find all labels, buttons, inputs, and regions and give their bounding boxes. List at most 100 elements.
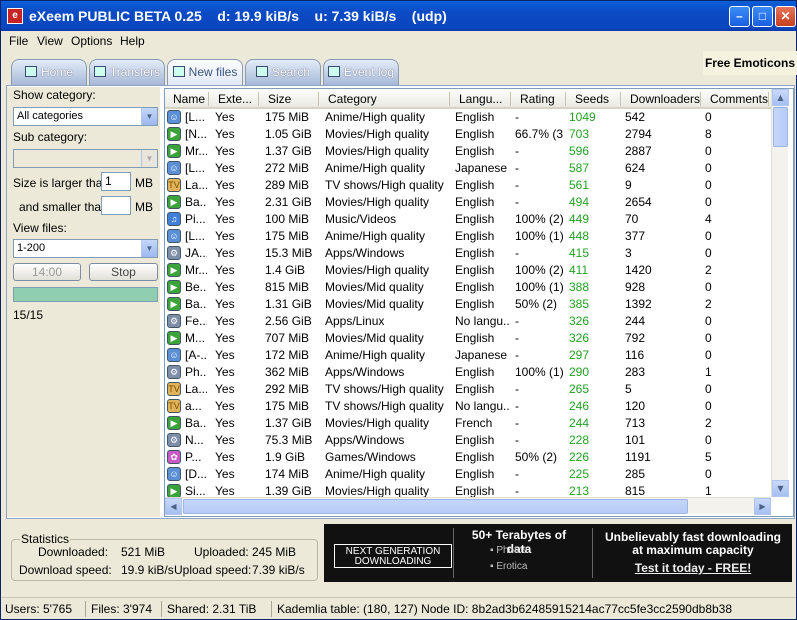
table-row[interactable]: ▶ M... Yes 707 MiB Movies/Mid quality English…: [165, 330, 771, 347]
view-files-select[interactable]: 1-200 ▼: [13, 239, 158, 258]
table-row[interactable]: TV La... Yes 292 MiB TV shows/High quality En…: [165, 381, 771, 398]
cell-comm: 0: [705, 280, 712, 294]
menu-view[interactable]: View: [37, 34, 63, 48]
chevron-down-icon[interactable]: ▼: [141, 240, 157, 257]
scroll-up-icon[interactable]: ▲: [772, 89, 789, 106]
table-row[interactable]: TV La... Yes 289 MiB TV shows/High quality En…: [165, 177, 771, 194]
vertical-scrollbar[interactable]: ▲ ▼: [771, 89, 789, 497]
result-count: 15/15: [13, 308, 44, 322]
table-row[interactable]: ▶ Be... Yes 815 MiB Movies/Mid quality Englis…: [165, 279, 771, 296]
free-emoticons-link[interactable]: Free Emoticons: [703, 51, 797, 75]
scroll-left-icon[interactable]: ◀: [165, 498, 182, 515]
table-row[interactable]: ⚙ JA... Yes 15.3 MiB Apps/Windows English - 415…: [165, 245, 771, 262]
app-category-icon: ⚙: [167, 365, 181, 379]
chevron-down-icon[interactable]: ▼: [141, 150, 157, 167]
cell-size: 1.37 GiB: [265, 416, 312, 430]
table-row[interactable]: ▶ Ba... Yes 1.37 GiB Movies/High quality Fren…: [165, 415, 771, 432]
size-min-input[interactable]: 1: [101, 172, 131, 191]
sub-category-select[interactable]: ▼: [13, 149, 158, 168]
tab-home[interactable]: Home: [11, 59, 87, 85]
cell-lang: No langu...: [455, 399, 509, 413]
movie-category-icon: ▶: [167, 416, 181, 430]
scroll-thumb[interactable]: [773, 107, 788, 147]
table-row[interactable]: ⚙ Fe... Yes 2.56 GiB Apps/Linux No langu... - 3…: [165, 313, 771, 330]
title-bar[interactable]: e eXeem PUBLIC BETA 0.25 d: 19.9 kiB/s u…: [1, 1, 796, 31]
horizontal-scrollbar[interactable]: ◀ ▶: [165, 497, 771, 515]
cell-comm: 0: [705, 433, 712, 447]
col-size[interactable]: Size: [268, 92, 291, 106]
cell-name: [L...: [185, 161, 206, 175]
app-category-icon: ⚙: [167, 246, 181, 260]
table-row[interactable]: ⚙ N... Yes 75.3 MiB Apps/Windows English - 228 1…: [165, 432, 771, 449]
table-row[interactable]: ♫ Pi... Yes 100 MiB Music/Videos English 100% …: [165, 211, 771, 228]
cell-lang: English: [455, 195, 495, 209]
table-row[interactable]: ☺ [D... Yes 174 MiB Anime/High quality Englis…: [165, 466, 771, 483]
downloaded-value: 521 MiB: [121, 545, 166, 559]
cell-ext: Yes: [215, 433, 235, 447]
col-category[interactable]: Category: [328, 92, 377, 106]
scroll-down-icon[interactable]: ▼: [772, 480, 789, 497]
cell-name: a...: [185, 399, 202, 413]
table-row[interactable]: ⚙ Ph... Yes 362 MiB Apps/Windows English 100% …: [165, 364, 771, 381]
time-button[interactable]: 14:00: [13, 263, 81, 281]
scroll-thumb[interactable]: [183, 499, 688, 514]
app-category-icon: ⚙: [167, 314, 181, 328]
col-extension[interactable]: Exte...: [218, 92, 252, 106]
table-row[interactable]: TV a... Yes 175 MiB TV shows/High quality No …: [165, 398, 771, 415]
cell-cat: Anime/High quality: [325, 467, 426, 481]
cell-down: 1191: [625, 450, 651, 464]
minimize-button[interactable]: –: [729, 6, 750, 27]
advertisement-banner[interactable]: NEXT GENERATION DOWNLOADING 50+ Terabyte…: [324, 524, 792, 582]
tab-transfers[interactable]: Transfers: [89, 59, 165, 85]
cell-size: 174 MiB: [265, 467, 310, 481]
size-max-input[interactable]: [101, 196, 131, 215]
show-category-select[interactable]: All categories ▼: [13, 107, 158, 126]
table-row[interactable]: ☺ [L... Yes 175 MiB Anime/High quality Englis…: [165, 109, 771, 126]
table-row[interactable]: ☺ [L... Yes 175 MiB Anime/High quality Englis…: [165, 228, 771, 245]
tab-new-files[interactable]: New files: [167, 59, 243, 87]
table-row[interactable]: ☺ [A-... Yes 172 MiB Anime/High quality Japan…: [165, 347, 771, 364]
table-row[interactable]: ✿ P... Yes 1.9 GiB Games/Windows English 50% (…: [165, 449, 771, 466]
tab-event-log[interactable]: Event log: [323, 59, 399, 85]
col-comments[interactable]: Comments: [710, 92, 768, 106]
cell-down: 2654: [625, 195, 652, 209]
ad-tagline: Unbelievably fast downloading at maximum…: [604, 530, 782, 557]
table-row[interactable]: ▶ Ba... Yes 2.31 GiB Movies/High quality Engl…: [165, 194, 771, 211]
close-button[interactable]: ✕: [775, 6, 796, 27]
table-row[interactable]: ▶ [N... Yes 1.05 GiB Movies/High quality Engl…: [165, 126, 771, 143]
cell-name: La...: [185, 382, 207, 396]
col-language[interactable]: Langu...: [459, 92, 502, 106]
menu-options[interactable]: Options: [71, 34, 112, 48]
cell-ext: Yes: [215, 450, 235, 464]
col-name[interactable]: Name: [173, 92, 205, 106]
cell-lang: English: [455, 331, 495, 345]
chevron-down-icon[interactable]: ▼: [141, 108, 157, 125]
ad-item: ▪ Photos: [490, 545, 528, 556]
cell-seeds: 587: [569, 161, 590, 175]
scroll-right-icon[interactable]: ▶: [754, 498, 771, 515]
anime-category-icon: ☺: [167, 229, 181, 243]
cell-size: 175 MiB: [265, 229, 310, 243]
col-downloaders[interactable]: Downloaders: [630, 92, 700, 106]
movie-category-icon: ▶: [167, 484, 181, 498]
tab-search[interactable]: Search: [245, 59, 321, 85]
cell-size: 292 MiB: [265, 382, 310, 396]
ad-item: ▪ Erotica: [490, 561, 528, 572]
col-rating[interactable]: Rating: [520, 92, 555, 106]
cell-down: 283: [625, 365, 646, 379]
cell-ext: Yes: [215, 331, 235, 345]
table-row[interactable]: ▶ Mr... Yes 1.37 GiB Movies/High quality Engl…: [165, 143, 771, 160]
table-row[interactable]: ▶ Mr... Yes 1.4 GiB Movies/High quality Engli…: [165, 262, 771, 279]
new-files-icon: [172, 66, 185, 77]
menu-file[interactable]: File: [9, 34, 28, 48]
cell-size: 175 MiB: [265, 110, 310, 124]
ad-cta-link[interactable]: Test it today - FREE!: [600, 561, 786, 575]
menu-help[interactable]: Help: [120, 34, 145, 48]
downloaded-label: Downloaded:: [38, 545, 109, 559]
stop-button[interactable]: Stop: [89, 263, 158, 281]
table-row[interactable]: ▶ Ba... Yes 1.31 GiB Movies/Mid quality Engli…: [165, 296, 771, 313]
table-row[interactable]: ☺ [L... Yes 272 MiB Anime/High quality Japane…: [165, 160, 771, 177]
cell-cat: TV shows/High quality: [325, 399, 444, 413]
col-seeds[interactable]: Seeds: [575, 92, 609, 106]
maximize-button[interactable]: □: [752, 6, 773, 27]
